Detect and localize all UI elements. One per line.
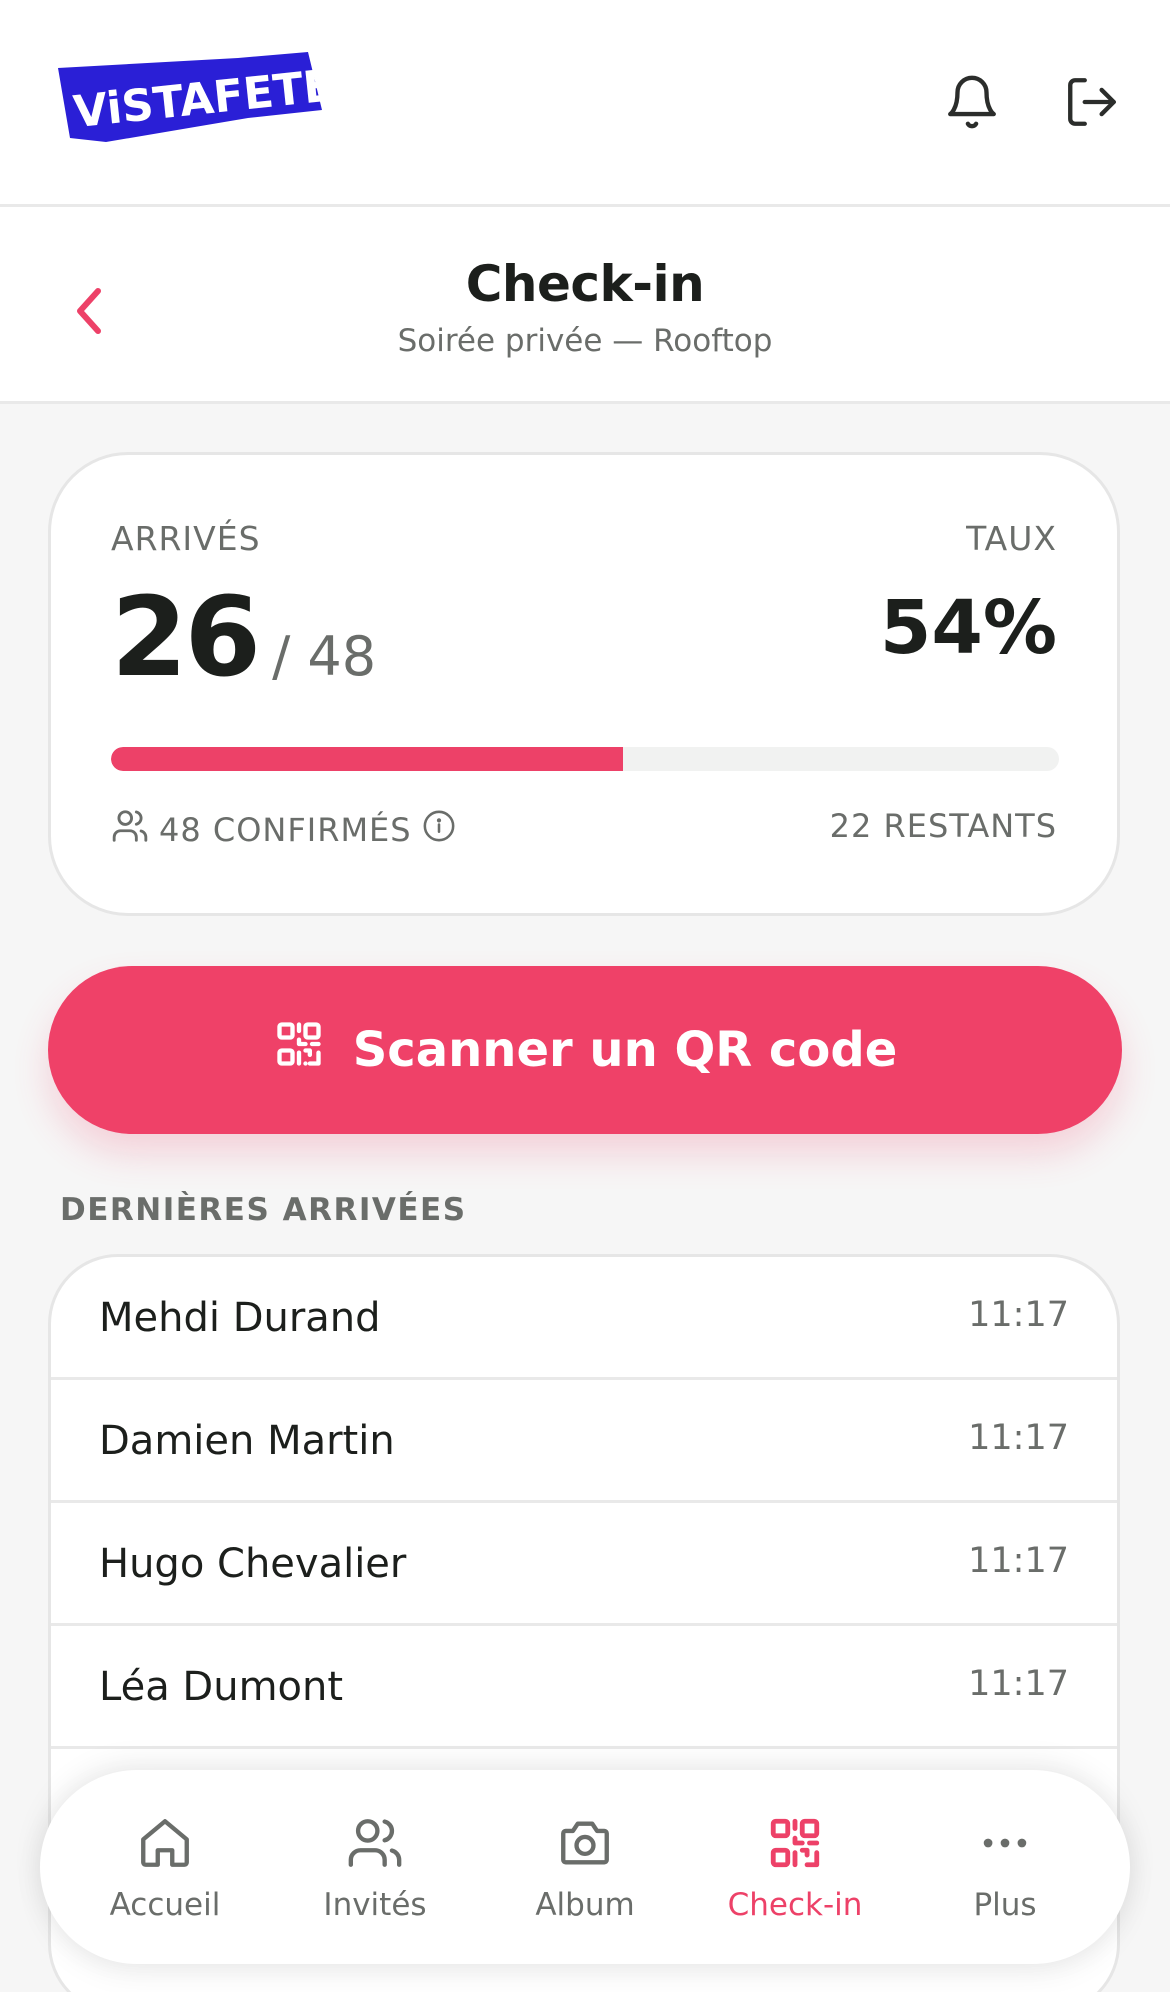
list-item[interactable]: Mehdi Durand 11:17 [51, 1257, 1117, 1380]
guest-name: Damien Martin [99, 1418, 395, 1464]
qr-code-icon [273, 1018, 325, 1082]
guest-name: Mehdi Durand [99, 1295, 381, 1341]
bottom-nav: Accueil Invités Album Check-in Plus [40, 1770, 1130, 1964]
nav-item-invites[interactable]: Invités [275, 1811, 475, 1923]
page-header: Check-in Soirée privée — Rooftop [0, 207, 1170, 404]
nav-label: Album [535, 1887, 635, 1923]
nav-label: Plus [973, 1887, 1037, 1923]
qr-code-icon [763, 1811, 827, 1875]
more-icon [973, 1811, 1037, 1875]
guest-name: Hugo Chevalier [99, 1541, 407, 1587]
info-icon[interactable] [422, 809, 456, 851]
recent-arrivals-title: DERNIÈRES ARRIVÉES [60, 1192, 467, 1228]
arrived-number: 26 [111, 573, 261, 701]
progress-bar [111, 747, 1059, 771]
users-icon [111, 807, 149, 853]
scan-qr-button[interactable]: Scanner un QR code [48, 966, 1122, 1134]
arrival-time: 11:17 [968, 1295, 1069, 1335]
arrival-time: 11:17 [968, 1418, 1069, 1458]
rate-value: 54% [879, 585, 1057, 671]
rate-label: TAUX [966, 519, 1057, 558]
list-item[interactable]: Damien Martin 11:17 [51, 1380, 1117, 1503]
total-number: / 48 [272, 625, 377, 688]
list-item[interactable]: Léa Dumont 11:17 [51, 1626, 1117, 1749]
arrived-count: 26 / 48 [111, 573, 376, 701]
app-root: ViSTAFETE Check-in Soirée privée — Rooft… [0, 0, 1170, 1992]
home-icon [133, 1811, 197, 1875]
nav-label: Check-in [727, 1887, 863, 1923]
arrival-time: 11:17 [968, 1541, 1069, 1581]
confirmed-count: 48 CONFIRMÉS [159, 811, 412, 849]
remaining-count: 22 RESTANTS [829, 807, 1057, 845]
users-icon [343, 1811, 407, 1875]
logout-icon[interactable] [1056, 66, 1128, 138]
camera-icon [553, 1811, 617, 1875]
confirmed-info: 48 CONFIRMÉS [111, 807, 456, 853]
nav-label: Accueil [109, 1887, 221, 1923]
list-item[interactable]: Hugo Chevalier 11:17 [51, 1503, 1117, 1626]
top-bar: ViSTAFETE [0, 0, 1170, 207]
nav-item-album[interactable]: Album [485, 1811, 685, 1923]
arrival-time: 11:17 [968, 1664, 1069, 1704]
nav-item-plus[interactable]: Plus [905, 1811, 1105, 1923]
progress-bar-fill [111, 747, 623, 771]
arrived-label: ARRIVÉS [111, 519, 261, 558]
nav-label: Invités [323, 1887, 427, 1923]
page-subtitle: Soirée privée — Rooftop [397, 323, 773, 359]
nav-item-check-in[interactable]: Check-in [695, 1811, 895, 1923]
page-title: Check-in [465, 255, 705, 313]
checkin-stats-card: ARRIVÉS TAUX 26 / 48 54% 48 CONFIRMÉS 22… [48, 452, 1120, 916]
nav-item-accueil[interactable]: Accueil [65, 1811, 265, 1923]
vistafete-logo[interactable]: ViSTAFETE [52, 50, 336, 158]
scan-button-label: Scanner un QR code [352, 1022, 898, 1078]
guest-name: Léa Dumont [99, 1664, 344, 1710]
bell-icon[interactable] [936, 66, 1008, 138]
